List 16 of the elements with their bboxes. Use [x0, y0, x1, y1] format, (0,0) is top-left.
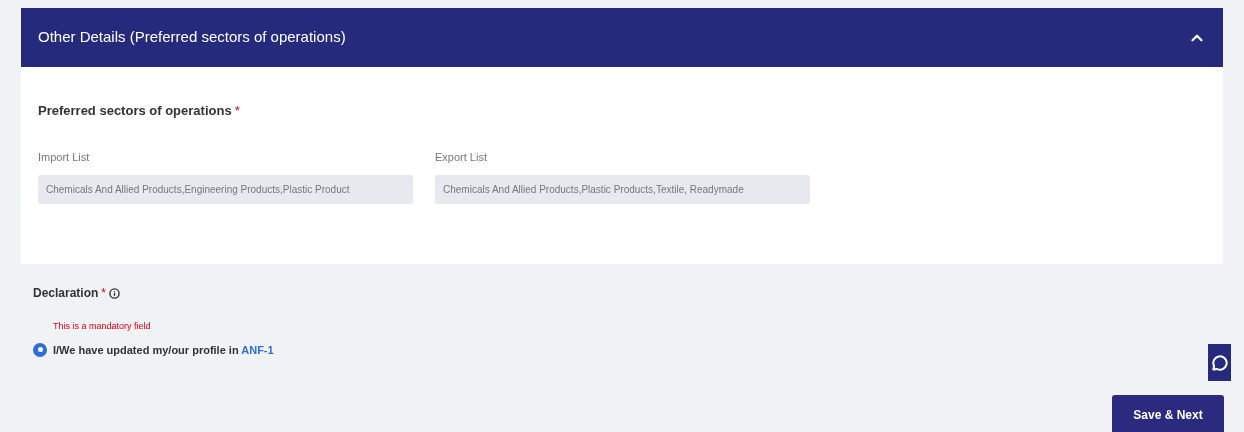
- section-title: Other Details (Preferred sectors of operations): [38, 27, 346, 48]
- group-label: Preferred sectors of operations: [38, 102, 232, 120]
- required-mark: *: [101, 285, 107, 302]
- chat-button[interactable]: [1208, 344, 1231, 381]
- field-label: Import List: [38, 149, 91, 165]
- section-header[interactable]: Other Details (Preferred sectors of operations): [21, 8, 1223, 67]
- anf-link[interactable]: ANF-1: [241, 343, 274, 356]
- info-icon: [109, 287, 121, 299]
- chat-icon: [1211, 354, 1228, 371]
- required-mark: *: [234, 102, 240, 120]
- save-next-button[interactable]: Save & Next: [1112, 395, 1224, 432]
- field-label: Export List: [435, 149, 488, 165]
- radio-button[interactable]: [33, 342, 47, 357]
- declaration-label: Declaration: [33, 285, 99, 302]
- error-message: This is a mandatory field: [53, 320, 152, 333]
- declaration-text: I/We have updated my/our profile in ANF-1: [53, 342, 274, 358]
